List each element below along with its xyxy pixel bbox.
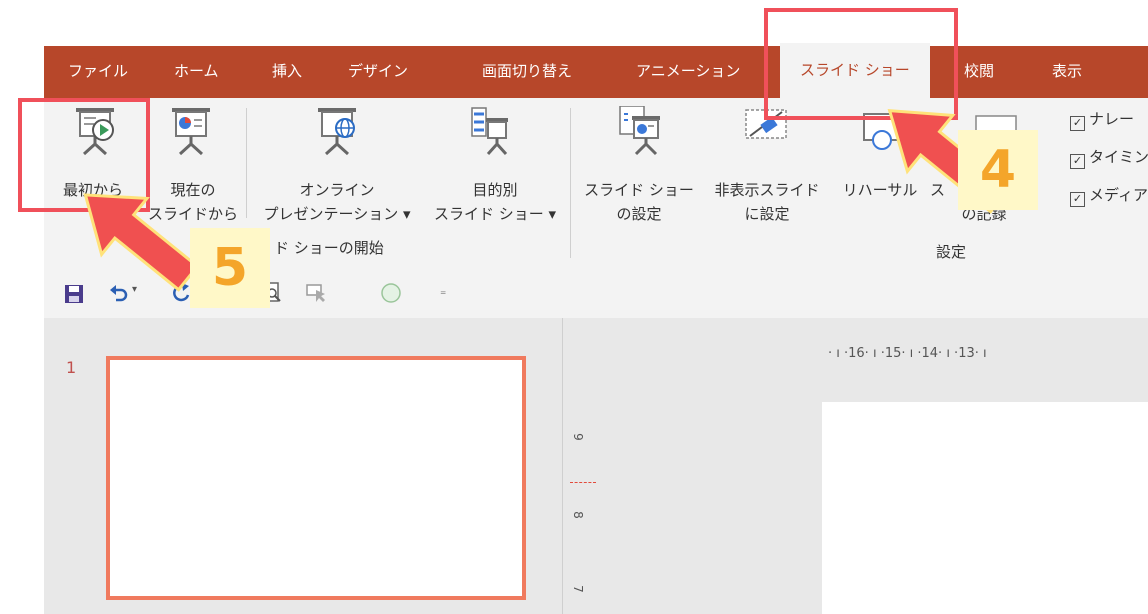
checkbox-media-label: メディア xyxy=(1089,186,1148,204)
custom-slideshow-button[interactable]: 目的別 スライド ショー ▾ xyxy=(420,102,570,232)
ruler-position-marker xyxy=(570,482,596,483)
pointer-icon[interactable] xyxy=(306,282,328,304)
projector-custom-icon xyxy=(471,107,508,156)
custom-label-2: スライド ショー ▾ xyxy=(433,205,557,223)
customize-qat-icon[interactable]: ₌ xyxy=(440,284,446,298)
checkbox-narration[interactable]: ✓ ナレー xyxy=(1070,108,1134,131)
ribbon-separator xyxy=(246,108,247,218)
highlight-slideshow-tab xyxy=(764,8,958,120)
tab-home[interactable]: ホーム xyxy=(174,60,219,81)
tab-view[interactable]: 表示 xyxy=(1052,60,1082,81)
checkbox-checked-icon: ✓ xyxy=(1070,192,1085,207)
setup-label-2: の設定 xyxy=(616,205,662,223)
save-icon[interactable] xyxy=(64,284,84,304)
hide-label-1: 非表示スライド xyxy=(714,181,820,199)
checkbox-timings[interactable]: ✓ タイミン xyxy=(1070,146,1148,169)
from-current-slide-button[interactable]: 現在の スライドから xyxy=(148,102,244,232)
checkbox-timings-label: タイミン xyxy=(1089,148,1148,166)
tab-design[interactable]: デザイン xyxy=(348,60,408,81)
from-current-label-2: スライドから xyxy=(148,205,239,223)
redo-icon[interactable] xyxy=(170,282,192,304)
undo-icon[interactable] xyxy=(108,284,130,304)
horizontal-ruler: · ı ·16· ı ·15· ı ·14· ı ·13· ı xyxy=(828,346,987,361)
ruler-mark-8: 8 xyxy=(570,511,585,519)
highlight-from-start xyxy=(18,98,150,212)
group-setup-label: 設定 xyxy=(936,243,967,261)
record-label-1a: ス xyxy=(930,181,946,199)
checkbox-checked-icon: ✓ xyxy=(1070,116,1085,131)
checkbox-media[interactable]: ✓ メディア xyxy=(1070,184,1148,207)
projector-current-icon xyxy=(172,108,210,156)
checkbox-checked-icon: ✓ xyxy=(1070,154,1085,169)
hide-slide-button[interactable]: 非表示スライド に設定 xyxy=(704,102,830,232)
slide-number: 1 xyxy=(66,358,77,377)
slide-canvas[interactable] xyxy=(822,402,1148,614)
slide-thumbnail[interactable] xyxy=(106,356,526,600)
setup-slideshow-button[interactable]: スライド ショー の設定 xyxy=(574,102,704,232)
tab-review[interactable]: 校閲 xyxy=(964,60,994,81)
setup-label-1: スライド ショー xyxy=(584,181,694,199)
undo-dropdown-icon[interactable]: ▾ xyxy=(132,284,137,295)
ribbon-group-separator xyxy=(570,108,571,258)
hide-label-2: に設定 xyxy=(744,205,790,223)
online-presentation-button[interactable]: オンライン プレゼンテーション ▾ xyxy=(254,102,420,232)
online-label-1: オンライン xyxy=(299,181,375,199)
projector-globe-icon xyxy=(318,108,356,156)
tab-insert[interactable]: 挿入 xyxy=(272,60,302,81)
rehearse-label: リハーサル xyxy=(842,181,918,199)
from-current-label-1: 現在の xyxy=(170,181,216,199)
tab-file[interactable]: ファイル xyxy=(68,60,128,81)
shape-circle-icon[interactable] xyxy=(380,282,402,304)
step-badge-4: 4 xyxy=(958,130,1038,210)
group-start-label: ド ショーの開始 xyxy=(274,239,384,257)
tab-transitions[interactable]: 画面切り替え xyxy=(482,60,572,81)
slideshow-setup-icon xyxy=(619,106,660,156)
tab-animations[interactable]: アニメーション xyxy=(636,60,740,81)
checkbox-narration-label: ナレー xyxy=(1089,110,1135,128)
ruler-mark-9: 9 xyxy=(570,433,585,441)
online-label-2: プレゼンテーション ▾ xyxy=(263,205,411,223)
window-left-gap xyxy=(0,0,44,614)
step-badge-5: 5 xyxy=(190,228,270,308)
ruler-mark-7: 7 xyxy=(570,585,585,593)
custom-label-1: 目的別 xyxy=(472,181,518,199)
vertical-ruler: 9 8 7 xyxy=(570,396,596,614)
ribbon-tab-bar: ファイル ホーム 挿入 デザイン 画面切り替え アニメーション スライド ショー… xyxy=(44,43,1148,98)
